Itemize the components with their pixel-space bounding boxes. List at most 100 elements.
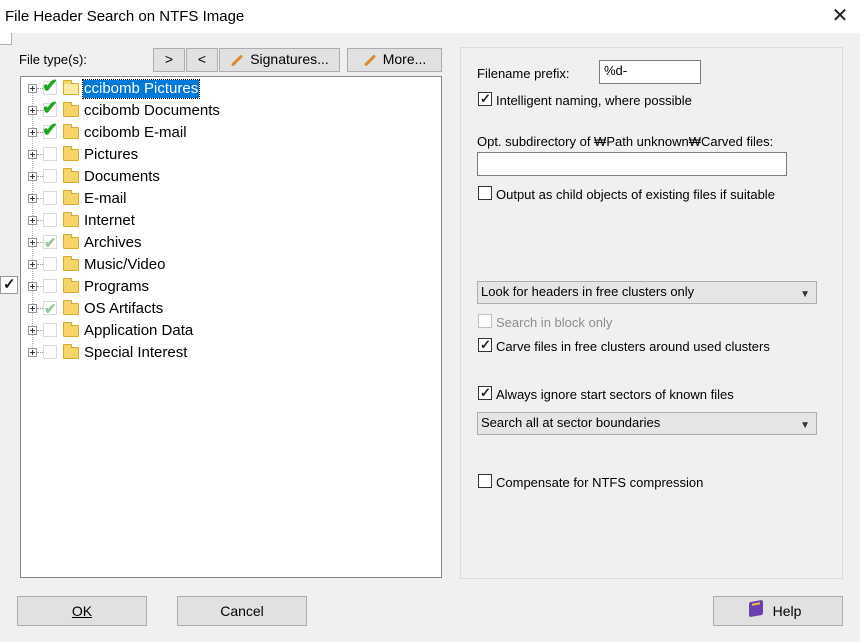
options-panel [460, 47, 843, 579]
help-button[interactable]: Help [713, 596, 843, 626]
tree-item[interactable]: Music/Video [21, 254, 421, 276]
search-in-block-label: Search in block only [496, 315, 613, 330]
window-title: File Header Search on NTFS Image [5, 8, 245, 25]
pencil-icon [231, 54, 244, 67]
expand-plus-icon[interactable] [28, 326, 37, 335]
expand-plus-icon[interactable] [28, 172, 37, 181]
sector-boundary-select-value: Search all at sector boundaries [481, 415, 661, 430]
tree-item-label: Documents [84, 168, 160, 185]
tree-item[interactable]: ✔ OS Artifacts [21, 298, 421, 320]
system-marker [0, 33, 12, 45]
tree-item[interactable]: ✔ ccibomb Documents [21, 98, 421, 122]
tree-item-checkbox[interactable] [43, 323, 57, 337]
subdirectory-input[interactable] [477, 152, 787, 176]
file-type-tree[interactable]: ✔ ccibomb Pictures ✔ ccibomb Documents ✔ ccib… [20, 76, 442, 578]
intelligent-naming-checkbox[interactable] [478, 91, 492, 107]
tree-item[interactable]: Special Interest [21, 342, 421, 364]
ignore-start-sectors-label: Always ignore start sectors of known fil… [496, 387, 734, 402]
tree-item-label: ccibomb E-mail [84, 124, 187, 141]
tree-item[interactable]: Application Data [21, 320, 421, 342]
green-check-icon: ✔ [42, 98, 58, 119]
signatures-button-label: Signatures... [250, 51, 329, 67]
tree-item-label: Programs [84, 278, 150, 295]
expand-plus-icon[interactable] [28, 150, 37, 159]
tree-item-checkbox[interactable] [43, 257, 57, 271]
partial-check-icon: ✔ [44, 235, 57, 252]
tree-item-checkbox[interactable] [43, 147, 57, 161]
folder-icon [63, 168, 79, 183]
folder-icon [63, 234, 79, 249]
partial-check-icon: ✔ [44, 301, 57, 318]
carve-free-clusters-label: Carve files in free clusters around used… [496, 339, 770, 354]
tree-item-checkbox[interactable] [43, 279, 57, 293]
expand-plus-icon[interactable] [28, 194, 37, 203]
folder-icon [63, 278, 79, 293]
tree-item-checkbox[interactable] [43, 213, 57, 227]
ok-button[interactable]: OK [17, 596, 147, 626]
folder-icon [63, 322, 79, 337]
expand-plus-icon[interactable] [28, 282, 37, 291]
pencil-icon [363, 54, 376, 67]
tree-item-label: E-mail [84, 190, 127, 207]
subdirectory-label: Opt. subdirectory of ₩Path unknown₩Carve… [477, 134, 774, 149]
child-objects-checkbox[interactable] [478, 186, 492, 200]
ignore-start-sectors-checkbox[interactable] [478, 385, 492, 401]
tree-item-label: Application Data [84, 322, 194, 339]
collapse-button[interactable]: < [186, 48, 218, 72]
filename-prefix-input[interactable]: %d- [599, 60, 701, 84]
tree-item-checkbox[interactable] [43, 345, 57, 359]
expand-plus-icon[interactable] [28, 128, 37, 137]
tree-item[interactable]: ✔ ccibomb Pictures [21, 76, 421, 100]
compensate-ntfs-label: Compensate for NTFS compression [496, 475, 704, 490]
tree-item-label: Archives [84, 234, 142, 251]
file-types-label: File type(s): [19, 52, 87, 67]
tree-item-checkbox[interactable] [43, 169, 57, 183]
look-for-select[interactable]: Look for headers in free clusters only ▼ [477, 281, 817, 304]
green-check-icon: ✔ [42, 76, 58, 97]
tree-item-checkbox[interactable] [43, 191, 57, 205]
tree-item[interactable]: Documents [21, 166, 421, 188]
expand-plus-icon[interactable] [28, 106, 37, 115]
expand-plus-icon[interactable] [28, 84, 37, 93]
more-button[interactable]: More... [347, 48, 442, 72]
folder-icon [63, 80, 79, 95]
expand-plus-icon[interactable] [28, 238, 37, 247]
tree-item[interactable]: Pictures [21, 144, 421, 166]
cancel-button[interactable]: Cancel [177, 596, 307, 626]
folder-icon [63, 256, 79, 271]
tree-item-label: Special Interest [84, 344, 188, 361]
tree-item[interactable]: ✔ Archives [21, 232, 421, 254]
expand-plus-icon[interactable] [28, 260, 37, 269]
signatures-button[interactable]: Signatures... [219, 48, 340, 72]
help-book-icon [749, 599, 763, 618]
carve-free-clusters-checkbox[interactable] [478, 337, 492, 353]
close-icon[interactable]: ✕ [828, 4, 852, 28]
chevron-down-icon: ▼ [800, 420, 810, 431]
sector-boundary-select[interactable]: Search all at sector boundaries ▼ [477, 412, 817, 435]
search-in-block-checkbox[interactable] [478, 314, 492, 328]
folder-icon [63, 146, 79, 161]
tree-item-label: ccibomb Pictures [81, 79, 201, 99]
child-objects-label: Output as child objects of existing file… [496, 187, 775, 202]
more-button-label: More... [382, 51, 427, 67]
expand-plus-icon[interactable] [28, 348, 37, 357]
expand-plus-icon[interactable] [28, 304, 37, 313]
ok-button-label: OK [71, 603, 93, 619]
expand-plus-icon[interactable] [28, 216, 37, 225]
tree-item[interactable]: ✔ ccibomb E-mail [21, 120, 421, 144]
tree-item-label: Internet [84, 212, 135, 229]
tree-item[interactable]: E-mail [21, 188, 421, 210]
cancel-button-label: Cancel [220, 603, 264, 619]
folder-icon [63, 124, 79, 139]
compensate-ntfs-checkbox[interactable] [478, 474, 492, 488]
tree-item-label: Music/Video [84, 256, 166, 273]
folder-icon [63, 300, 79, 315]
expand-button[interactable]: > [153, 48, 185, 72]
folder-icon [63, 344, 79, 359]
tree-item[interactable]: Internet [21, 210, 421, 232]
green-check-icon: ✔ [42, 120, 58, 141]
tree-item-label: ccibomb Documents [84, 102, 220, 119]
tree-item-label: Pictures [84, 146, 139, 163]
help-button-label: Help [772, 603, 802, 619]
tree-item[interactable]: Programs [21, 276, 421, 298]
